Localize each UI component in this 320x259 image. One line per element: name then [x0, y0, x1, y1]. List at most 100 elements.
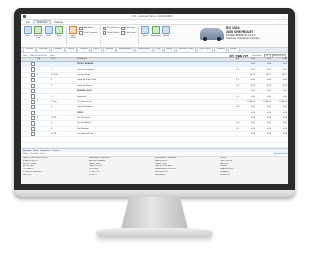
- doc-tab[interactable]: Vehicle: [65, 47, 77, 53]
- print-insp-option[interactable]: Print Insp: [120, 26, 136, 31]
- envelope-icon: [141, 26, 150, 34]
- total-cell: 0.00: [282, 117, 287, 120]
- clock-icon: [162, 26, 171, 34]
- row-checkbox-icon[interactable]: [30, 132, 36, 137]
- expand-section-link[interactable]: Expand Section: [274, 153, 288, 155]
- cost-cell: 24.13: [249, 73, 255, 76]
- customer-link[interactable]: Customer / Insurance Company: [226, 37, 260, 40]
- description-cell: Tire Disposal Fee: [77, 133, 94, 136]
- ribbon-options-3: Print Insp Print Labor: [120, 26, 136, 35]
- price-cell: 0.00: [266, 106, 271, 109]
- checkbox-icon: [79, 26, 83, 31]
- check-cell: [29, 62, 37, 67]
- print-button[interactable]: Print: [44, 26, 53, 37]
- row-checkbox-icon[interactable]: [30, 126, 36, 131]
- doc-tab[interactable]: Authorizations: [116, 47, 135, 53]
- checkbox-icon: [102, 26, 107, 31]
- show-details-option[interactable]: Show Details: [102, 31, 120, 35]
- vehicle-panel: RO 1524 2020 CHEVROLET 1GCDEVR5WNT1F F F…: [200, 26, 286, 43]
- total-cell: 0.00: [282, 95, 287, 98]
- doc-tab[interactable]: Timelines: [213, 47, 228, 53]
- history-button[interactable]: History: [162, 26, 171, 37]
- header-price[interactable]: Price: [256, 58, 272, 61]
- lock-customer-option[interactable]: Lock Customer: [79, 31, 98, 35]
- labor-guide-button[interactable]: Labor Guide: [69, 26, 78, 39]
- checklist-tab[interactable]: Checklist: [30, 153, 38, 155]
- row-checkbox-icon[interactable]: [30, 72, 36, 78]
- add-notes-option[interactable]: Add Notes: [79, 26, 98, 31]
- doc-tab[interactable]: Location: [77, 47, 91, 53]
- row-checkbox-icon[interactable]: [30, 116, 36, 121]
- row-checkbox-icon[interactable]: [30, 78, 36, 83]
- row-checkbox-icon[interactable]: [30, 94, 36, 99]
- price-cell: 0.00: [266, 84, 271, 87]
- header-qty[interactable]: Qty: [37, 58, 51, 61]
- new-button[interactable]: New: [23, 26, 32, 37]
- cost-cell: 0.00: [250, 84, 255, 87]
- doc-tab[interactable]: Customer: [50, 47, 65, 53]
- row-checkbox-icon[interactable]: [30, 105, 36, 110]
- print-labor-option[interactable]: Print Labor: [120, 31, 136, 35]
- cost-cell: 0.00: [250, 79, 255, 82]
- row-checkbox-icon[interactable]: [30, 110, 36, 115]
- window-title: RO - Customer Name - 000-000-0000: [132, 15, 173, 18]
- row-checkbox-icon[interactable]: [30, 121, 36, 126]
- monitor-frame: RO - Customer Name - 000-000-0000 – □ × …: [14, 8, 295, 197]
- check-cell: [29, 94, 37, 99]
- price-cell: 1,234.00: [262, 100, 271, 103]
- row-checkbox-icon[interactable]: [30, 89, 36, 94]
- hrs-cell: 0.5: [236, 127, 239, 130]
- print-preview-option[interactable]: Print Preview: [102, 26, 119, 31]
- ribbon-options-2: Print Preview Show Details: [102, 26, 120, 35]
- checklist-item[interactable]: MIRRORS: [220, 174, 286, 177]
- checklist-item[interactable]: STRUTS: [89, 174, 155, 177]
- doc-tab[interactable]: Insurer: [90, 47, 103, 53]
- hrs-cell: 1.0: [236, 95, 239, 98]
- price-cell: 0.00: [266, 122, 271, 125]
- description-cell: Labor for Front Pads: [77, 79, 97, 82]
- price-cell: 0.00: [266, 117, 271, 120]
- row-checkbox-icon[interactable]: [30, 83, 36, 88]
- header-hrs[interactable]: Hrs: [224, 58, 240, 61]
- save-and-print-button[interactable]: Save and Print: [34, 26, 43, 39]
- row-checkbox-icon[interactable]: [30, 67, 36, 72]
- header-part[interactable]: Part #: [51, 58, 77, 61]
- check-cell: [29, 78, 37, 83]
- total-cell: 1,234.00: [278, 100, 287, 103]
- messaging-button[interactable]: Messaging: [151, 26, 161, 37]
- total-cell: 48.77: [281, 73, 287, 76]
- check-cell: [29, 126, 37, 131]
- header-cost[interactable]: Cost: [240, 58, 256, 61]
- cost-cell: 0.00: [250, 111, 255, 114]
- description-cell: Check front brakes: [77, 68, 95, 71]
- app-screen: RO - Customer Name - 000-000-0000 – □ × …: [21, 14, 288, 184]
- part-cell: 11 PE: [51, 117, 57, 120]
- doc-tab[interactable]: Parts Orders: [196, 47, 214, 53]
- header-total[interactable]: Total: [272, 58, 288, 61]
- doc-tab[interactable]: Logs: [153, 47, 164, 53]
- save-print-icon: [34, 26, 42, 34]
- save-button[interactable]: Save: [55, 26, 64, 37]
- close-icon[interactable]: ×: [283, 15, 286, 19]
- part-cell: 1: [51, 68, 53, 71]
- price-cell: 0.00: [266, 68, 271, 71]
- checklist-item[interactable]: SHOCKS: [23, 174, 89, 177]
- doc-tab[interactable]: History: [163, 47, 176, 53]
- email-button[interactable]: Email: [141, 26, 150, 37]
- doc-tab[interactable]: Concerns: [36, 47, 51, 53]
- checklist-item[interactable]: ALIGNMENT: [155, 174, 221, 177]
- print-checklist-button[interactable]: Print: [40, 153, 44, 155]
- description-cell: O2 Sensor Part: [77, 100, 92, 103]
- ribbon-group-comm: Email Messaging History: [141, 26, 173, 46]
- row-checkbox-icon[interactable]: [30, 62, 36, 67]
- app-logo-icon: [23, 15, 26, 18]
- header-expand: [21, 58, 29, 61]
- notes-tab[interactable]: Notes: [23, 153, 28, 155]
- doc-tab[interactable]: Photos/Videos: [134, 47, 153, 53]
- doc-tab[interactable]: Estimate: [102, 47, 116, 53]
- doc-tab[interactable]: Purchase Orders: [175, 47, 196, 53]
- header-description[interactable]: Description: [77, 58, 224, 61]
- doc-tab[interactable]: Services: [23, 47, 36, 53]
- row-checkbox-icon[interactable]: [30, 99, 36, 105]
- doc-tab[interactable]: Invoice: [227, 47, 240, 53]
